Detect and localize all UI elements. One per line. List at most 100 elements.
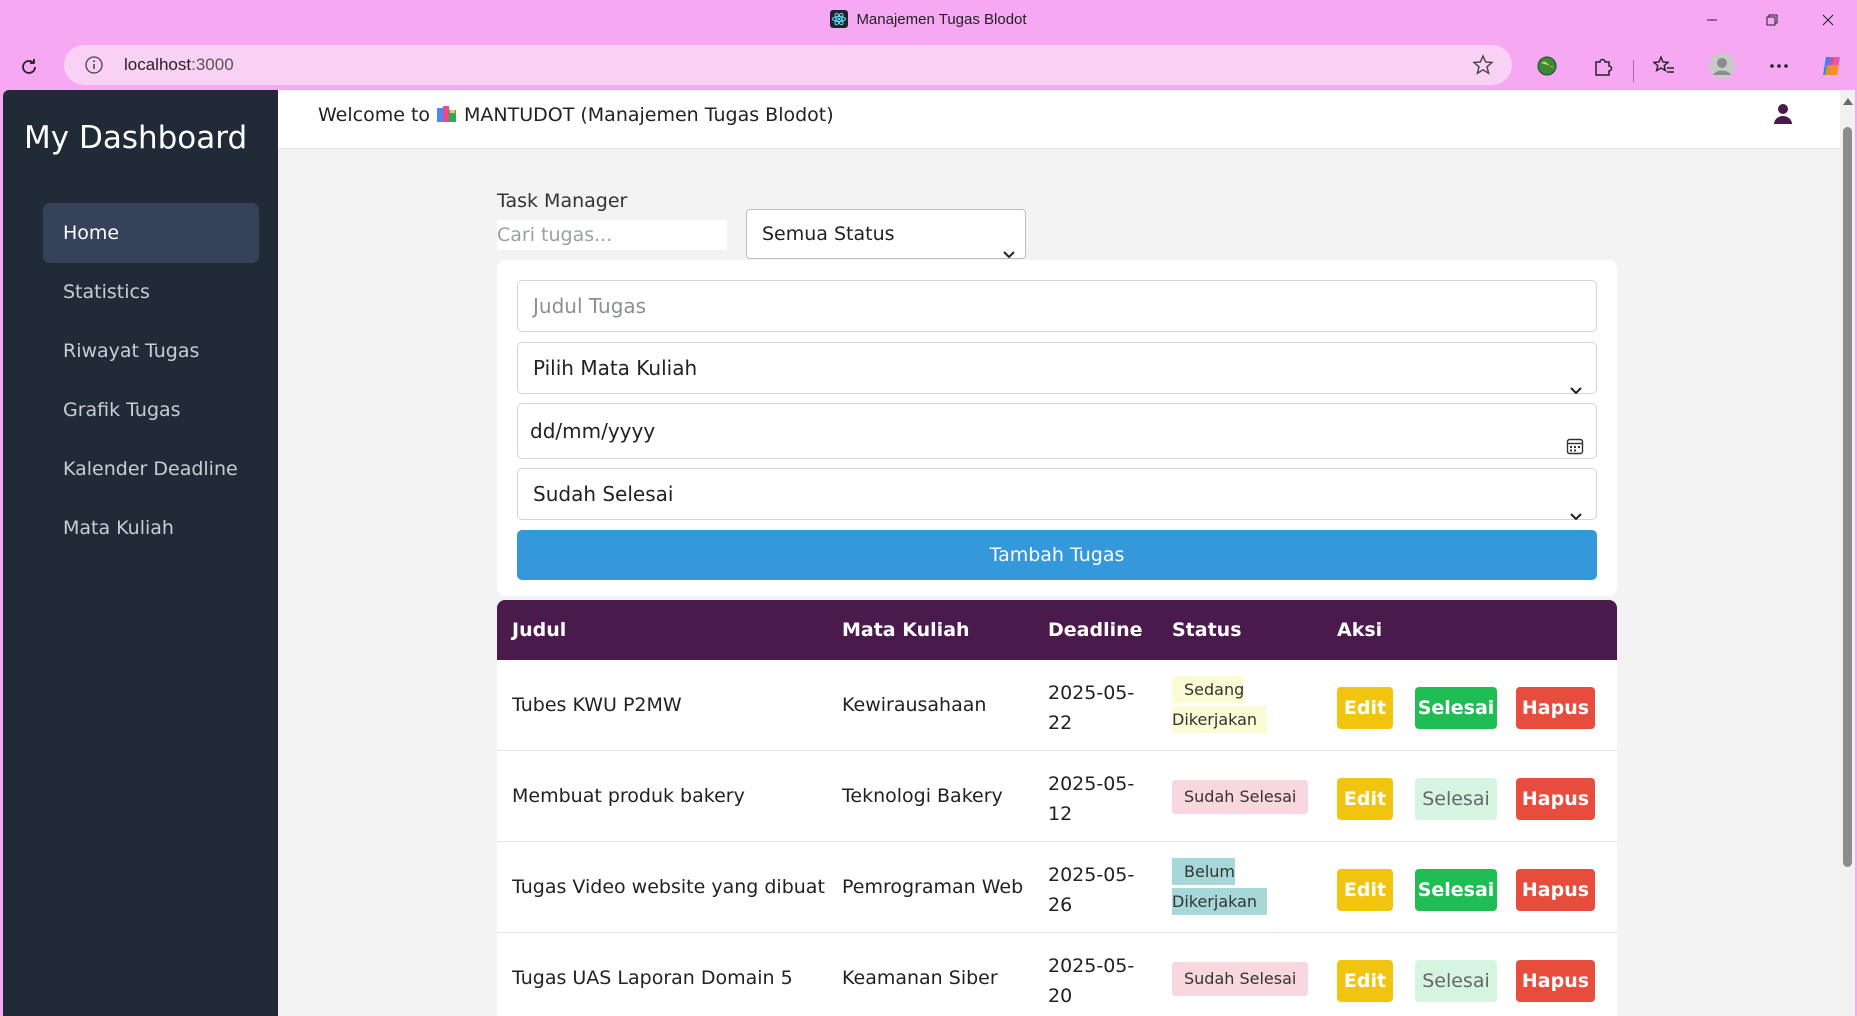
restore-icon[interactable] (1746, 4, 1798, 36)
deadline-line-1: 2025-05- (1048, 955, 1135, 977)
task-title: Tugas Video website yang dibuat (512, 876, 825, 898)
status-badge: Belum Dikerjakan (1172, 857, 1268, 917)
minimize-icon[interactable] (1686, 4, 1738, 36)
window-title-text: Manajemen Tugas Blodot (856, 11, 1027, 28)
favorites-list-icon[interactable] (1648, 50, 1680, 82)
sidebar-item-riwayat-tugas[interactable]: Riwayat Tugas (43, 321, 259, 381)
task-deadline: 2025-05- 22 (1048, 678, 1134, 738)
add-task-button[interactable]: Tambah Tugas (517, 530, 1597, 580)
books-icon (436, 105, 458, 123)
date-placeholder: dd/mm/yyyy (530, 419, 656, 443)
task-title-input[interactable]: Judul Tugas (517, 280, 1597, 332)
task-title: Tugas UAS Laporan Domain 5 (512, 967, 793, 989)
page-viewport: My Dashboard Home Statistics Riwayat Tug… (3, 90, 1855, 1016)
copilot-icon[interactable] (1816, 50, 1848, 82)
status-filter-select[interactable]: Semua Status (746, 209, 1026, 259)
url-text[interactable]: localhost:3000 (124, 55, 234, 75)
status-badge: Sudah Selesai (1172, 962, 1309, 996)
table-row: Tugas UAS Laporan Domain 5 Keamanan Sibe… (497, 933, 1617, 1016)
delete-button[interactable]: Hapus (1516, 869, 1595, 911)
task-deadline: 2025-05- 26 (1048, 860, 1134, 920)
search-input[interactable] (497, 220, 727, 250)
status-filter-value: Semua Status (762, 223, 895, 245)
edit-button[interactable]: Edit (1337, 687, 1393, 729)
close-icon[interactable] (1802, 4, 1854, 36)
status-line-2: Dikerjakan (1172, 706, 1268, 733)
task-course: Kewirausahaan (842, 694, 987, 716)
mark-done-button[interactable]: Selesai (1415, 778, 1497, 820)
calendar-icon[interactable] (1566, 421, 1584, 475)
add-task-form: Judul Tugas Pilih Mata Kuliah dd/mm/yyyy… (497, 260, 1617, 596)
scroll-up-icon[interactable] (1843, 98, 1853, 105)
delete-button[interactable]: Hapus (1516, 687, 1595, 729)
table-row: Tugas Video website yang dibuat Pemrogra… (497, 842, 1617, 933)
url-host: localhost (124, 55, 192, 74)
task-course: Pemrograman Web (842, 876, 1024, 898)
status-badge: Sedang Dikerjakan (1172, 675, 1268, 735)
deadline-date-input[interactable]: dd/mm/yyyy (517, 403, 1597, 459)
status-badge: Sudah Selesai (1172, 780, 1309, 814)
extensions-puzzle-icon[interactable] (1587, 50, 1619, 82)
table-row: Membuat produk bakery Teknologi Bakery 2… (497, 751, 1617, 842)
sidebar-item-mata-kuliah[interactable]: Mata Kuliah (43, 498, 259, 558)
welcome-text: Welcome to MANTUDOT (Manajemen Tugas Blod… (318, 104, 834, 126)
deadline-line-2: 26 (1048, 894, 1073, 916)
table-header: Judul Mata Kuliah Deadline Status Aksi (497, 600, 1617, 660)
sidebar-item-kalender-deadline[interactable]: Kalender Deadline (43, 439, 259, 499)
task-course: Keamanan Siber (842, 967, 998, 989)
welcome-prefix: Welcome to (318, 104, 431, 126)
sidebar-item-home[interactable]: Home (43, 203, 259, 263)
reload-icon[interactable] (12, 50, 46, 84)
react-icon (830, 10, 849, 28)
sidebar-item-grafik-tugas[interactable]: Grafik Tugas (43, 380, 259, 440)
address-bar[interactable]: localhost:3000 (64, 45, 1512, 85)
delete-button[interactable]: Hapus (1516, 960, 1595, 1002)
mark-done-button[interactable]: Selesai (1415, 960, 1497, 1002)
edit-button[interactable]: Edit (1337, 778, 1393, 820)
mark-done-button[interactable]: Selesai (1415, 869, 1497, 911)
column-header-deadline: Deadline (1048, 619, 1143, 641)
task-course: Teknologi Bakery (842, 785, 1003, 807)
globe-extension-icon[interactable] (1531, 50, 1563, 82)
deadline-line-1: 2025-05- (1048, 864, 1135, 886)
task-status-select[interactable]: Sudah Selesai (517, 468, 1597, 521)
profile-avatar-icon[interactable] (1706, 50, 1738, 82)
status-line-1: Sedang (1172, 676, 1245, 703)
deadline-line-2: 22 (1048, 712, 1073, 734)
window-titlebar: Manajemen Tugas Blodot (0, 0, 1857, 40)
column-header-aksi: Aksi (1337, 619, 1383, 641)
sidebar-item-statistics[interactable]: Statistics (43, 262, 259, 322)
site-info-icon[interactable] (84, 55, 104, 79)
column-header-status: Status (1172, 619, 1242, 641)
task-status-value: Sudah Selesai (533, 482, 674, 506)
sidebar: My Dashboard Home Statistics Riwayat Tug… (3, 90, 278, 1016)
task-deadline: 2025-05- 12 (1048, 769, 1134, 829)
toolbar-separator (1633, 60, 1634, 82)
browser-toolbar: localhost:3000 (0, 40, 1857, 90)
task-manager-heading: Task Manager (497, 190, 628, 212)
favorite-star-icon[interactable] (1472, 54, 1494, 80)
column-header-judul: Judul (512, 619, 567, 641)
status-line-1: Belum (1172, 858, 1235, 885)
status-line-2: Dikerjakan (1172, 888, 1268, 915)
deadline-line-1: 2025-05- (1048, 682, 1135, 704)
topbar: Welcome to MANTUDOT (Manajemen Tugas Blod… (278, 90, 1840, 149)
course-select[interactable]: Pilih Mata Kuliah (517, 342, 1597, 395)
delete-button[interactable]: Hapus (1516, 778, 1595, 820)
scrollbar-thumb[interactable] (1843, 127, 1852, 867)
edit-button[interactable]: Edit (1337, 869, 1393, 911)
mark-done-button[interactable]: Selesai (1415, 687, 1497, 729)
more-options-icon[interactable] (1763, 50, 1795, 82)
page-scrollbar[interactable] (1840, 90, 1855, 1016)
window-title: Manajemen Tugas Blodot (0, 10, 1857, 28)
table-row: Tubes KWU P2MW Kewirausahaan 2025-05- 22 … (497, 660, 1617, 751)
column-header-mata-kuliah: Mata Kuliah (842, 619, 970, 641)
user-icon[interactable] (1773, 103, 1793, 129)
deadline-line-2: 20 (1048, 985, 1073, 1007)
task-deadline: 2025-05- 20 (1048, 951, 1134, 1011)
deadline-line-1: 2025-05- (1048, 773, 1135, 795)
task-title: Tubes KWU P2MW (512, 694, 682, 716)
edit-button[interactable]: Edit (1337, 960, 1393, 1002)
welcome-app-name: MANTUDOT (Manajemen Tugas Blodot) (464, 104, 834, 126)
sidebar-brand: My Dashboard (24, 120, 248, 156)
